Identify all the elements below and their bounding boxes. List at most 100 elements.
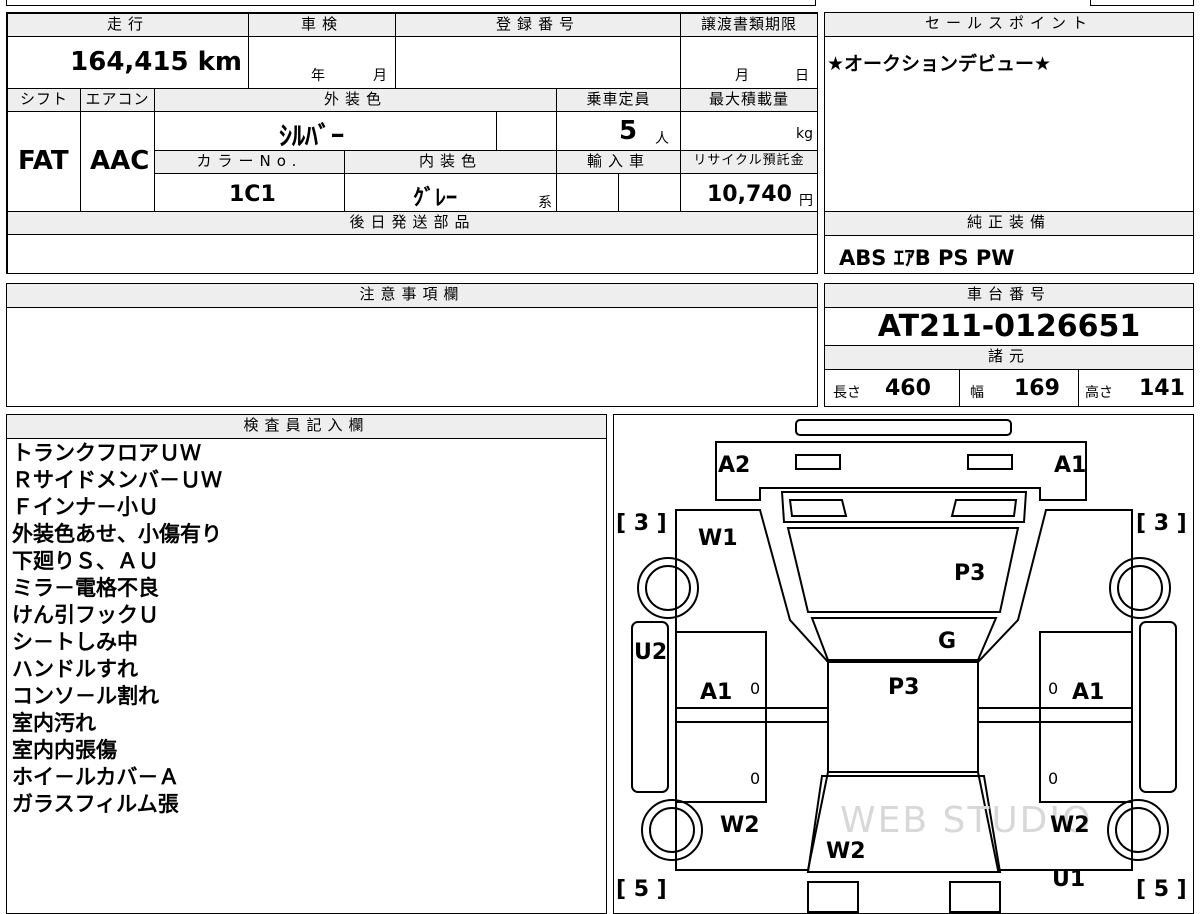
genuine-equipment-text: ABS ｴｱB PS PW [839, 246, 1015, 270]
inspector-header: 検査員記入欄 [6, 414, 607, 439]
interior-color-cell: ｸﾞﾚｰ 系 [344, 173, 557, 212]
inspector-list: トランクフロアＵＷ Ｒサイドメンバ－ＵＷ Ｆインナ－小Ｕ 外装色あせ、小傷有り … [12, 440, 222, 818]
inspection-month-unit: 月 [373, 68, 387, 84]
top-strip [6, 0, 816, 6]
exterior-color-header: 外装色 [154, 88, 557, 112]
spec-width-value: 169 [1014, 376, 1060, 401]
car-diagram-box: WEB STUDIO [ 3 ] [ 3 ] [ 5 ] [ 5 ] A2 A1… [613, 414, 1194, 914]
color-no-value: 1C1 [229, 182, 276, 207]
tire-rating-bl: [ 5 ] [616, 877, 667, 902]
mark-zero: 0 [1048, 769, 1058, 788]
recycle-unit: 円 [799, 193, 813, 209]
aircon-value: AAC [90, 146, 150, 176]
mark-zero: 0 [1048, 679, 1058, 698]
chassis-header: 車台番号 [824, 283, 1194, 308]
rear-light-right [967, 454, 1013, 470]
spec-width-label: 幅 [970, 385, 984, 401]
recycle-value: 10,740 [707, 182, 792, 207]
transfer-deadline-cell: 月 日 [680, 36, 818, 89]
mark-p3-bonnet: P3 [888, 675, 919, 700]
spec-width-cell: 幅 169 [959, 369, 1079, 407]
registration-header: 登録番号 [395, 13, 681, 37]
transfer-day-unit: 日 [795, 68, 809, 84]
registration-cell [395, 36, 681, 89]
mark-w2-right: W2 [1050, 813, 1090, 838]
spec-height-cell: 高さ 141 [1078, 369, 1194, 407]
color-no-header: カラーNo. [154, 150, 345, 174]
right-sill [1139, 621, 1177, 793]
color-no-cell: 1C1 [154, 173, 345, 212]
inspector-item: 室内内張傷 [12, 738, 117, 762]
capacity-value: 5 [619, 116, 638, 146]
inspector-item: 外装色あせ、小傷有り [12, 522, 222, 546]
tire-rear-right-inner [1115, 807, 1161, 853]
import-cell-right [618, 173, 681, 212]
transfer-month-unit: 月 [735, 68, 749, 84]
mileage-value: 164,415 km [70, 47, 242, 77]
max-load-unit: kg [796, 126, 813, 142]
inspector-item: トランクフロアＵＷ [12, 441, 201, 465]
rear-glass-left [788, 499, 848, 517]
shift-cell: FAT [7, 111, 81, 212]
mark-a1-left: A1 [700, 680, 732, 705]
inspector-item: 下廻りＳ、ＡＵ [12, 549, 159, 573]
inspector-item: けん引フックＵ [12, 603, 159, 627]
inspector-item: ミラ－電格不良 [12, 576, 159, 600]
mark-w2-front: W2 [826, 839, 866, 864]
inspector-item: シ－トしみ中 [12, 630, 138, 654]
transfer-deadline-header: 譲渡書類期限 [680, 13, 818, 37]
shift-header: シフト [7, 88, 81, 112]
inspector-item: コンソ－ル割れ [12, 684, 159, 708]
mark-zero: 0 [750, 679, 760, 698]
interior-color-suffix: 系 [538, 195, 552, 211]
rear-light-left [795, 454, 841, 470]
import-header: 輸入車 [556, 150, 681, 174]
inspector-item: ハンドルすれ [12, 657, 138, 681]
sales-point-text: ★オークションデビュー★ [827, 53, 1052, 75]
capacity-header: 乗車定員 [556, 88, 681, 112]
car-diagram: WEB STUDIO [ 3 ] [ 3 ] [ 5 ] [ 5 ] A2 A1… [616, 419, 1187, 913]
notes-header: 注意事項欄 [6, 283, 818, 308]
mark-w2-left: W2 [720, 813, 760, 838]
chassis-box: 車台番号 AT211-0126651 諸元 長さ 460 幅 169 高さ 14… [824, 283, 1194, 407]
sales-point-header: セールスポイント [824, 12, 1194, 37]
exterior-color-value: ｼﾙﾊﾞｰ [279, 122, 345, 151]
mark-w1: W1 [698, 526, 738, 551]
top-strip-right [1090, 0, 1194, 6]
left-rear-door [675, 721, 767, 803]
windshield [810, 617, 998, 661]
inspector-item: ガラスフィルム張 [12, 792, 179, 816]
inspection-year-unit: 年 [311, 68, 325, 84]
mark-zero: 0 [750, 769, 760, 788]
import-cell-left [556, 173, 619, 212]
recycle-header: リサイクル預託金 [680, 150, 818, 174]
spec-height-label: 高さ [1085, 385, 1113, 401]
inspection-header: 車検 [248, 13, 396, 37]
inspector-item: 室内汚れ [12, 711, 96, 735]
rear-glass-right [950, 499, 1018, 517]
mark-u1: U1 [1052, 867, 1085, 892]
interior-color-header: 内装色 [344, 150, 557, 174]
inspector-item: Ｆインナ－小Ｕ [12, 495, 159, 519]
later-parts-cell [7, 234, 818, 274]
vehicle-info-table: 走行 車検 登録番号 譲渡書類期限 164,415 km 年 月 月 日 シフト… [6, 12, 818, 274]
mileage-cell: 164,415 km [7, 36, 249, 89]
rear-bumper-bar [795, 419, 1012, 436]
mark-u2: U2 [634, 640, 667, 665]
bottom-bar-right [949, 881, 1001, 913]
mileage-header: 走行 [7, 13, 249, 37]
tire-front-right-inner [1117, 565, 1163, 611]
right-rear-door [1039, 721, 1133, 803]
exterior-color-extra-cell [496, 111, 557, 151]
mark-g: G [938, 629, 956, 654]
interior-color-value: ｸﾞﾚｰ [413, 186, 458, 211]
spec-height-value: 141 [1139, 376, 1185, 401]
capacity-unit: 人 [655, 131, 669, 147]
exterior-color-cell: ｼﾙﾊﾞｰ [154, 111, 497, 151]
tire-rear-left-inner [649, 807, 695, 853]
later-parts-header: 後日発送部品 [7, 211, 818, 235]
tire-front-left-inner [645, 565, 691, 611]
shift-value: FAT [18, 146, 69, 176]
inspector-item: ホイ－ルカバ－Ａ [12, 765, 180, 789]
max-load-cell: kg [680, 111, 818, 151]
